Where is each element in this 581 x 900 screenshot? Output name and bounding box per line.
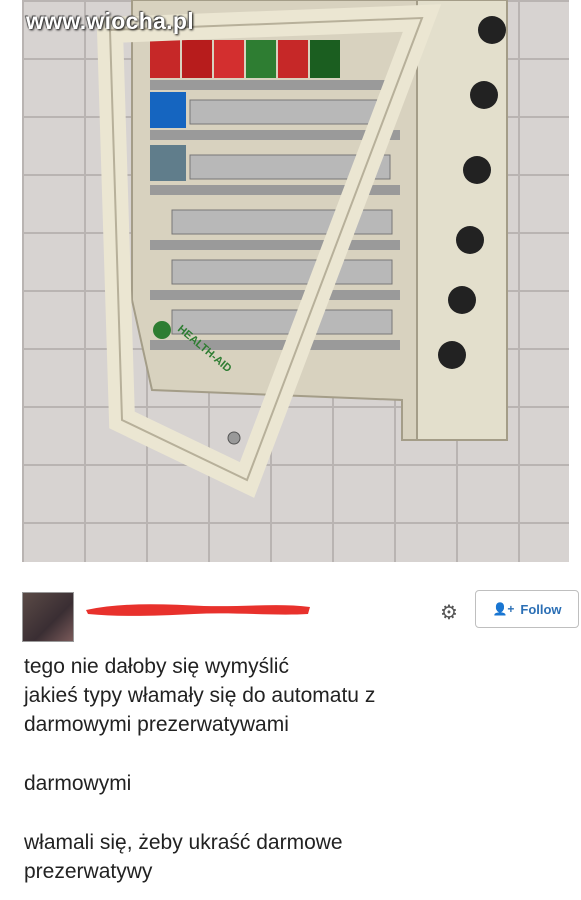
- post-line: darmowymi: [24, 772, 132, 795]
- avatar[interactable]: [22, 592, 74, 642]
- post-photo: HEALTH-AID www.wiocha.pl: [22, 0, 569, 562]
- condom-machine-illustration: HEALTH-AID: [96, 0, 508, 498]
- social-post: ⚙ 👤+ Follow tego nie dałoby się wymyślić…: [22, 576, 579, 900]
- post-line: prezerwatywy: [24, 860, 153, 883]
- site-watermark: www.wiocha.pl: [26, 8, 194, 34]
- post-line: darmowymi prezerwatywami: [24, 713, 289, 736]
- post-line: włamali się, żeby ukraść darmowe: [24, 831, 343, 854]
- gear-icon[interactable]: ⚙: [440, 600, 458, 625]
- post-line: tego nie dałoby się wymyślić: [24, 655, 289, 678]
- redacted-username: [86, 604, 310, 616]
- follow-label: Follow: [520, 601, 562, 617]
- follow-button[interactable]: 👤+ Follow: [475, 590, 579, 628]
- post-line: jakieś typy włamały się do automatu z: [24, 684, 376, 707]
- post-text: tego nie dałoby się wymyślić jakieś typy…: [24, 652, 564, 886]
- add-user-icon: 👤+: [492, 602, 515, 616]
